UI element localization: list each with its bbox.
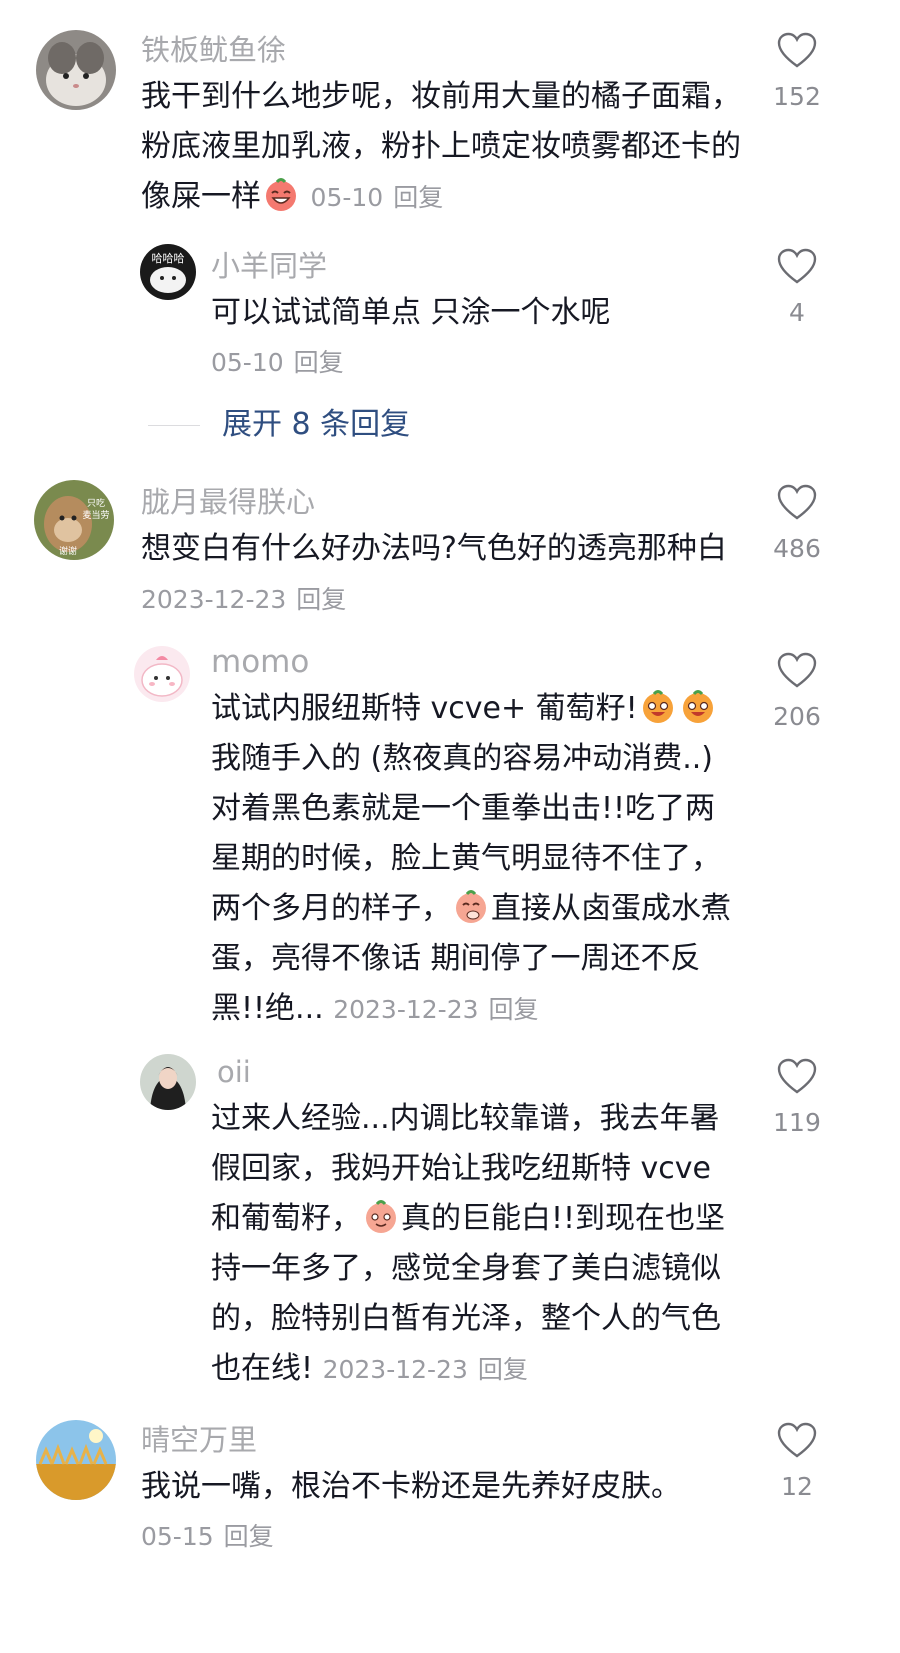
grinning-face-emoji-icon — [640, 688, 676, 724]
wheat-field-avatar-icon — [36, 1420, 116, 1500]
comment-date: 05-15 — [141, 1522, 214, 1551]
reply-meta: 2023-12-23 回复 — [323, 1355, 528, 1384]
avatar[interactable]: 哈哈哈 — [140, 244, 196, 300]
reply-item: 哈哈哈 小羊同学 可以试试简单点 只涂一个水呢 05-10 回复 4 — [0, 240, 900, 390]
expand-replies-label[interactable]: 展开 8 条回复 — [222, 405, 410, 445]
like-count: 152 — [773, 82, 821, 111]
reply-username[interactable]: momo — [211, 642, 741, 682]
like-button[interactable]: 206 — [752, 652, 842, 732]
avatar[interactable] — [140, 1054, 196, 1110]
grinning-face-emoji-icon — [680, 688, 716, 724]
reply-item: momo 试试内服纽斯特 vcve+ 葡萄籽!我随手入的 (熬夜真的容易冲动消费… — [0, 640, 900, 1040]
svg-text:哈哈哈: 哈哈哈 — [152, 252, 185, 265]
heart-icon — [777, 1422, 817, 1458]
comment-text: 想变白有什么好办法吗?气色好的透亮那种白 2023-12-23 回复 — [141, 524, 741, 625]
reply-meta: 2023-12-23 回复 — [333, 995, 538, 1024]
comment-item: 晴空万里 我说一嘴，根治不卡粉还是先养好皮肤。 05-15 回复 12 — [0, 1410, 900, 1590]
heart-icon — [777, 1058, 817, 1094]
comment-meta: 05-15 回复 — [141, 1512, 741, 1562]
heart-icon — [777, 32, 817, 68]
like-count: 119 — [773, 1108, 821, 1137]
reply-meta: 05-10 回复 — [211, 338, 741, 388]
reply-button[interactable]: 回复 — [296, 585, 346, 614]
comment-meta: 05-10 回复 — [311, 183, 444, 212]
svg-text:只吃: 只吃 — [87, 497, 105, 509]
comment-username[interactable]: 晴空万里 — [141, 1420, 741, 1460]
reply-date: 2023-12-23 — [322, 1355, 468, 1384]
reply-text-part: 试试内服纽斯特 vcve+ 葡萄籽! — [211, 691, 638, 726]
avatar[interactable] — [134, 646, 190, 702]
reply-username[interactable]: oii — [211, 1052, 741, 1092]
svg-text:麦当劳: 麦当劳 — [82, 509, 109, 521]
reply-text: 过来人经验...内调比较靠谱，我去年暑假回家，我妈开始让我吃纽斯特 vcve 和… — [211, 1094, 741, 1395]
chick-avatar-icon — [134, 646, 190, 702]
like-count: 486 — [773, 534, 821, 563]
like-button[interactable]: 152 — [752, 32, 842, 112]
avatar[interactable] — [36, 1420, 116, 1500]
comment-date: 2023-12-23 — [141, 585, 287, 614]
reply-item: oii 过来人经验...内调比较靠谱，我去年暑假回家，我妈开始让我吃纽斯特 vc… — [0, 1050, 900, 1390]
reply-button[interactable]: 回复 — [224, 1522, 274, 1551]
reply-button[interactable]: 回复 — [489, 995, 539, 1024]
like-count: 12 — [781, 1472, 813, 1501]
divider — [148, 425, 200, 426]
reply-button[interactable]: 回复 — [478, 1355, 528, 1384]
heart-icon — [777, 248, 817, 284]
like-button[interactable]: 4 — [752, 248, 842, 328]
comment-username[interactable]: 铁板鱿鱼徐 — [141, 30, 741, 70]
avatar[interactable] — [36, 30, 116, 110]
monkey-avatar-icon: 只吃 麦当劳 谢谢 — [34, 480, 114, 560]
like-button[interactable]: 486 — [752, 484, 842, 564]
sheep-avatar-icon: 哈哈哈 — [140, 244, 196, 300]
heart-icon — [777, 652, 817, 688]
like-button[interactable]: 119 — [752, 1058, 842, 1138]
laughing-face-emoji-icon — [263, 176, 299, 212]
comment-item: 只吃 麦当劳 谢谢 胧月最得朕心 想变白有什么好办法吗?气色好的透亮那种白 20… — [0, 470, 900, 630]
reply-date: 05-10 — [211, 348, 284, 377]
reply-button[interactable]: 回复 — [393, 183, 443, 212]
cat-avatar-icon — [36, 30, 116, 110]
reply-username[interactable]: 小羊同学 — [211, 246, 741, 286]
reply-button[interactable]: 回复 — [294, 348, 344, 377]
svg-text:谢谢: 谢谢 — [59, 545, 77, 557]
avatar[interactable]: 只吃 麦当劳 谢谢 — [34, 480, 114, 560]
girl-avatar-icon — [140, 1054, 196, 1110]
comment-username[interactable]: 胧月最得朕心 — [141, 482, 741, 522]
comment-text: 我说一嘴，根治不卡粉还是先养好皮肤。 — [141, 1469, 681, 1504]
comment-meta: 2023-12-23 回复 — [141, 585, 346, 614]
reply-date: 2023-12-23 — [333, 995, 479, 1024]
reply-text: 可以试试简单点 只涂一个水呢 — [211, 295, 611, 330]
like-button[interactable]: 12 — [752, 1422, 842, 1502]
smiling-face-emoji-icon — [363, 1198, 399, 1234]
blushing-face-emoji-icon — [453, 888, 489, 924]
like-count: 206 — [773, 702, 821, 731]
reply-text: 试试内服纽斯特 vcve+ 葡萄籽!我随手入的 (熬夜真的容易冲动消费..) 对… — [211, 684, 741, 1035]
comment-text-content: 想变白有什么好办法吗?气色好的透亮那种白 — [141, 531, 727, 566]
comment-date: 05-10 — [310, 183, 384, 212]
comment-item: 铁板鱿鱼徐 我干到什么地步呢，妆前用大量的橘子面霜，粉底液里加乳液，粉扑上喷定妆… — [0, 0, 900, 230]
like-count: 4 — [789, 298, 805, 327]
heart-icon — [777, 484, 817, 520]
comment-text: 我干到什么地步呢，妆前用大量的橘子面霜，粉底液里加乳液，粉扑上喷定妆喷雾都还卡的… — [141, 72, 741, 223]
